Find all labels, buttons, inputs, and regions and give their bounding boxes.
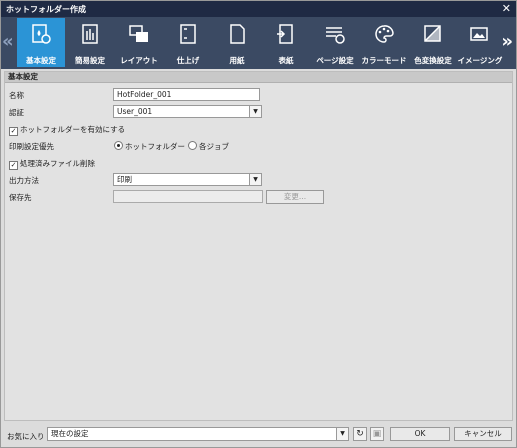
tab-color-conversion[interactable]: 色変換設定 bbox=[409, 18, 457, 67]
imaging-icon bbox=[470, 27, 488, 41]
priority-each-job-label: 各ジョブ bbox=[199, 142, 229, 151]
tab-color-mode[interactable]: カラーモード bbox=[360, 18, 408, 67]
chevron-down-icon[interactable]: ▼ bbox=[336, 428, 348, 440]
change-button: 変更... bbox=[266, 190, 324, 204]
tab-basic-settings[interactable]: 基本設定 bbox=[17, 18, 65, 67]
save-favorite-button: ▣ bbox=[370, 427, 384, 441]
tab-paper[interactable]: 用紙 bbox=[213, 18, 261, 67]
priority-hot-folder-radio[interactable]: ホットフォルダー bbox=[114, 141, 185, 152]
page-settings-icon bbox=[326, 27, 345, 44]
output-method-value: 印刷 bbox=[117, 175, 132, 184]
cancel-button[interactable]: キャンセル bbox=[454, 427, 512, 441]
print-priority-label: 印刷設定優先 bbox=[9, 142, 54, 151]
auth-select-value: User_001 bbox=[117, 107, 153, 116]
tab-finishing[interactable]: 仕上げ bbox=[164, 18, 212, 67]
checkbox-checked-icon[interactable]: ✓ bbox=[9, 161, 18, 170]
delete-processed-checkbox[interactable]: ✓ 処理済みファイル削除 bbox=[9, 158, 95, 170]
window-title: ホットフォルダー作成 bbox=[6, 5, 86, 14]
name-field[interactable]: HotFolder_001 bbox=[113, 88, 260, 101]
refresh-button[interactable]: ↻ bbox=[353, 427, 367, 441]
save-location-field bbox=[113, 190, 263, 203]
simple-settings-icon bbox=[82, 24, 98, 44]
favorites-label: お気に入り bbox=[7, 432, 45, 441]
paper-icon bbox=[230, 24, 245, 44]
save-location-label: 保存先 bbox=[9, 193, 32, 202]
enable-hot-folder-checkbox[interactable]: ✓ ホットフォルダーを有効にする bbox=[9, 124, 125, 136]
priority-each-job-radio[interactable]: 各ジョブ bbox=[188, 141, 229, 152]
auth-label: 認証 bbox=[9, 108, 24, 117]
section-title: 基本設定 bbox=[5, 72, 512, 83]
tab-page-settings[interactable]: ページ設定 bbox=[311, 18, 359, 67]
favorites-select[interactable]: 現在の設定 ▼ bbox=[47, 427, 349, 441]
save-icon: ▣ bbox=[372, 429, 382, 439]
radio-selected-icon[interactable] bbox=[114, 141, 123, 150]
chevron-down-icon[interactable]: ▼ bbox=[249, 174, 261, 185]
finishing-icon bbox=[180, 24, 196, 44]
name-label: 名称 bbox=[9, 91, 24, 100]
basic-settings-icon bbox=[32, 24, 51, 44]
close-icon[interactable]: ✕ bbox=[502, 2, 511, 15]
favorites-value: 現在の設定 bbox=[51, 429, 89, 438]
color-conversion-icon bbox=[424, 25, 441, 42]
settings-toolbar: « 基本設定 簡易設定 レイアウト 仕上げ 用紙 表紙 ページ設定 カラーモード… bbox=[1, 17, 516, 69]
tab-cover[interactable]: 表紙 bbox=[262, 18, 310, 67]
basic-settings-panel: 基本設定 名称 HotFolder_001 認証 User_001 ▼ ✓ ホット… bbox=[4, 71, 513, 421]
scroll-left-icon[interactable]: « bbox=[2, 31, 14, 52]
title-bar: ホットフォルダー作成 ✕ bbox=[1, 1, 516, 17]
output-method-select[interactable]: 印刷 ▼ bbox=[113, 173, 262, 186]
tab-simple-settings[interactable]: 簡易設定 bbox=[66, 18, 114, 67]
delete-processed-label: 処理済みファイル削除 bbox=[20, 159, 95, 168]
checkbox-checked-icon[interactable]: ✓ bbox=[9, 127, 18, 136]
radio-unselected-icon[interactable] bbox=[188, 141, 197, 150]
enable-hot-folder-label: ホットフォルダーを有効にする bbox=[20, 125, 126, 134]
ok-button[interactable]: OK bbox=[390, 427, 450, 441]
color-mode-icon bbox=[375, 25, 394, 43]
chevron-down-icon[interactable]: ▼ bbox=[249, 106, 261, 117]
hot-folder-dialog: ホットフォルダー作成 ✕ « 基本設定 簡易設定 レイアウト 仕上げ 用紙 表紙 bbox=[0, 0, 517, 448]
output-method-label: 出力方法 bbox=[9, 176, 39, 185]
tab-layout[interactable]: レイアウト bbox=[115, 18, 163, 67]
cover-icon bbox=[277, 24, 293, 44]
scroll-right-icon[interactable]: » bbox=[501, 31, 513, 52]
auth-select[interactable]: User_001 ▼ bbox=[113, 105, 262, 118]
priority-hot-folder-label: ホットフォルダー bbox=[125, 142, 185, 151]
layout-icon bbox=[129, 25, 148, 42]
refresh-icon: ↻ bbox=[356, 429, 364, 439]
dialog-footer: お気に入り 現在の設定 ▼ ↻ ▣ OK キャンセル bbox=[1, 422, 516, 447]
tab-imaging[interactable]: イメージング bbox=[456, 18, 504, 67]
